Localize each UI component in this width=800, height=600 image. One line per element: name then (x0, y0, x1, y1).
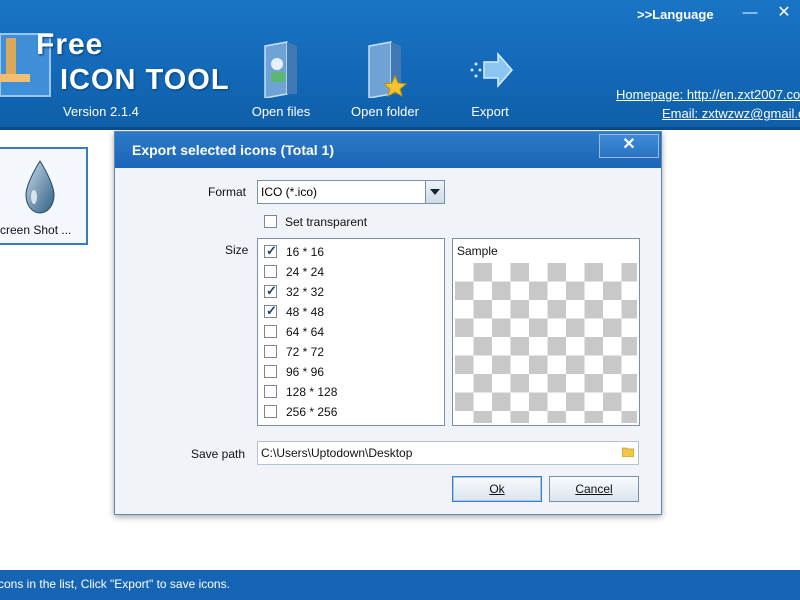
size-label: Size (225, 243, 249, 257)
dialog-close-button[interactable]: ✕ (599, 134, 659, 158)
save-path-value: C:\Users\Uptodown\Desktop (261, 446, 413, 460)
set-transparent-label[interactable]: Set transparent (285, 215, 367, 229)
size-checkbox[interactable] (264, 283, 277, 299)
open-folder-icon (368, 41, 408, 98)
size-checkbox[interactable] (264, 365, 277, 378)
set-transparent-checkbox[interactable] (264, 215, 277, 228)
size-option-label: 24 * 24 (286, 265, 325, 279)
size-option-label: 128 * 128 (286, 385, 338, 399)
export-arrow-icon (470, 52, 513, 88)
icon-list-item[interactable]: creen Shot ... (0, 147, 88, 245)
export-button[interactable]: Export (445, 40, 535, 119)
size-option[interactable]: 24 * 24 (264, 262, 434, 280)
open-files-icon (264, 41, 297, 98)
icon-list-item-label: creen Shot ... (0, 223, 72, 237)
language-menu[interactable]: >>Language (637, 7, 714, 22)
logo-title: ICON TOOL (60, 64, 230, 96)
size-option-label: 16 * 16 (286, 245, 325, 259)
size-list: 16 * 16 24 * 24 32 * 32 48 * 48 64 * 64 … (257, 238, 445, 426)
format-select[interactable]: ICO (*.ico) (257, 180, 445, 204)
sample-label: Sample (457, 244, 498, 258)
status-text: cons in the list, Click "Export" to save… (0, 577, 230, 591)
size-option[interactable]: 16 * 16 (264, 242, 434, 260)
version-label: Version 2.1.4 (63, 104, 139, 119)
ok-button[interactable]: Ok (452, 476, 542, 502)
email-link[interactable]: Email: zxtwzwz@gmail.co (662, 106, 800, 121)
export-label: Export (471, 104, 509, 119)
size-option[interactable]: 32 * 32 (264, 282, 434, 300)
size-checkbox[interactable] (264, 385, 277, 398)
transparency-checkerboard (455, 263, 637, 423)
format-value: ICO (*.ico) (261, 185, 318, 199)
dialog-title: Export selected icons (Total 1) (132, 142, 335, 158)
size-option[interactable]: 48 * 48 (264, 302, 434, 320)
water-drop-icon (25, 160, 55, 214)
open-files-label: Open files (251, 104, 311, 119)
chevron-down-icon[interactable] (425, 181, 444, 203)
size-option-label: 48 * 48 (286, 305, 325, 319)
dialog-body: Format ICO (*.ico) Set transparent Size … (115, 168, 661, 514)
logo-free-text: Free (36, 28, 104, 61)
status-bar: cons in the list, Click "Export" to save… (0, 570, 800, 600)
format-label: Format (208, 185, 247, 199)
size-checkbox[interactable] (264, 303, 277, 319)
ok-button-label: Ok (489, 482, 505, 496)
size-option-label: 64 * 64 (286, 325, 325, 339)
size-option-label: 256 * 256 (286, 405, 338, 419)
sample-preview: Sample (452, 238, 640, 426)
open-folder-button[interactable]: Open folder (340, 40, 430, 119)
open-files-button[interactable]: Open files (236, 40, 326, 119)
size-checkbox[interactable] (264, 265, 277, 278)
homepage-link[interactable]: Homepage: http://en.zxt2007.co (616, 87, 800, 102)
size-checkbox[interactable] (264, 325, 277, 338)
size-checkbox[interactable] (264, 405, 277, 418)
cancel-button[interactable]: Cancel (549, 476, 639, 502)
folder-icon[interactable] (622, 447, 634, 457)
size-option[interactable]: 64 * 64 (264, 322, 434, 340)
size-option-label: 32 * 32 (286, 285, 325, 299)
size-option-label: 96 * 96 (286, 365, 325, 379)
dialog-title-bar[interactable]: Export selected icons (Total 1) ✕ (115, 132, 661, 168)
size-option[interactable]: 96 * 96 (264, 362, 434, 380)
open-folder-label: Open folder (351, 104, 419, 119)
window-close-button[interactable]: ✕ (766, 2, 800, 24)
size-option[interactable]: 256 * 256 (264, 402, 434, 420)
save-path-field[interactable]: C:\Users\Uptodown\Desktop (257, 441, 639, 465)
size-checkbox[interactable] (264, 345, 277, 358)
save-path-label: Save path (191, 447, 246, 461)
minimize-button[interactable]: — (732, 2, 768, 24)
size-option-label: 72 * 72 (286, 345, 325, 359)
size-option[interactable]: 72 * 72 (264, 342, 434, 360)
export-dialog: Export selected icons (Total 1) ✕ Format… (114, 131, 662, 515)
size-checkbox[interactable] (264, 243, 277, 259)
app-header: >>Language — ✕ Free ICON TOOL Version 2.… (0, 0, 800, 130)
size-option[interactable]: 128 * 128 (264, 382, 434, 400)
cancel-button-label: Cancel (575, 482, 613, 496)
